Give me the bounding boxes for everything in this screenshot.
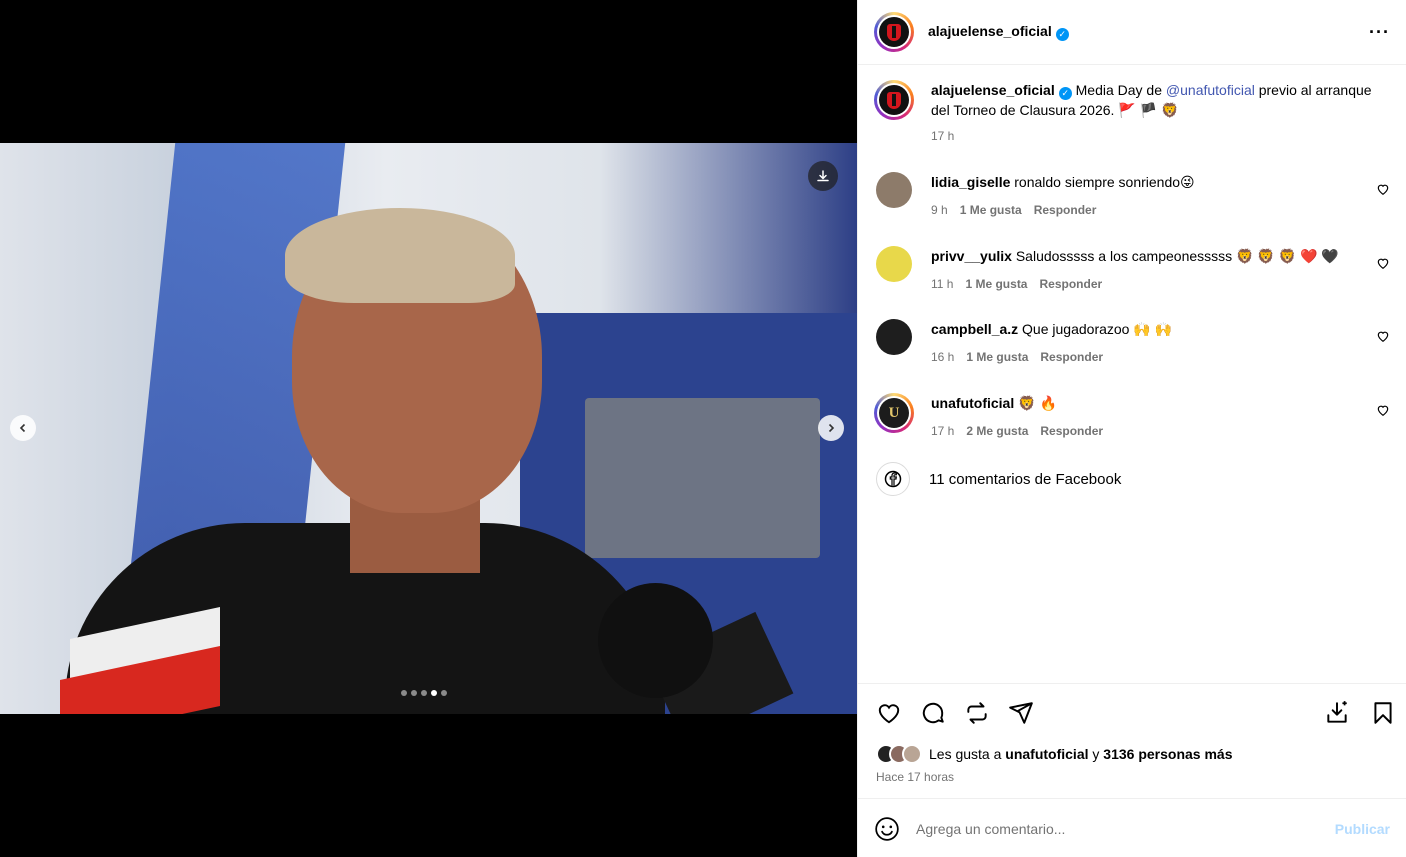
commenter-avatar[interactable]: U <box>874 393 914 433</box>
post-side-panel: alajuelense_oficial ✓ ··· alajuelense_ofi… <box>857 0 1406 857</box>
post-timestamp[interactable]: Hace 17 horas <box>876 770 954 784</box>
comment-item: campbell_a.z Que jugadorazoo 🙌 🙌 16 h 1 M… <box>874 319 1390 367</box>
repost-button[interactable] <box>962 698 992 728</box>
carousel-next-button[interactable] <box>818 415 844 441</box>
reply-button[interactable]: Responder <box>1039 277 1102 291</box>
chevron-left-icon <box>19 423 26 433</box>
verified-icon: ✓ <box>1055 28 1069 41</box>
liker-avatar <box>902 744 922 764</box>
comment-item: U unafutoficial 🦁 🔥 17 h 2 Me gusta Respon… <box>874 393 1390 441</box>
comment-text: Saludosssss a los campeonesssss 🦁 🦁 🦁 ❤️… <box>1015 248 1339 264</box>
caption-time[interactable]: 17 h <box>931 129 954 143</box>
facebook-icon <box>884 470 902 488</box>
post-header: alajuelense_oficial ✓ ··· <box>858 0 1406 65</box>
club-crest-icon <box>879 17 909 47</box>
comment-item: lidia_giselle ronaldo siempre sonriendo😜… <box>874 172 1390 220</box>
comment-input[interactable] <box>916 820 1335 837</box>
comment-time[interactable]: 11 h <box>931 277 953 291</box>
post-photo <box>0 143 857 714</box>
publish-button[interactable]: Publicar <box>1335 821 1390 837</box>
save-download-button[interactable] <box>1322 698 1352 728</box>
bookmark-icon <box>1374 702 1392 724</box>
author-avatar[interactable] <box>874 12 914 52</box>
comment-likes[interactable]: 1 Me gusta <box>960 203 1022 217</box>
club-crest-icon <box>879 85 909 115</box>
like-comment-icon[interactable] <box>1376 329 1390 343</box>
comment-text: Que jugadorazoo 🙌 🙌 <box>1022 321 1173 337</box>
comment-username[interactable]: campbell_a.z <box>931 321 1018 337</box>
comment-text: 🦁 🔥 <box>1018 395 1057 411</box>
comment-time[interactable]: 16 h <box>931 350 954 364</box>
reply-button[interactable]: Responder <box>1040 424 1103 438</box>
chevron-right-icon <box>828 423 835 433</box>
emoji-icon[interactable] <box>874 816 900 842</box>
share-icon <box>1009 702 1033 724</box>
save-download-icon <box>1327 701 1347 723</box>
repost-icon <box>967 702 987 724</box>
like-comment-icon[interactable] <box>1376 182 1390 196</box>
comment-likes[interactable]: 1 Me gusta <box>965 277 1027 291</box>
comment-likes[interactable]: 1 Me gusta <box>966 350 1028 364</box>
like-comment-icon[interactable] <box>1376 403 1390 417</box>
verified-icon: ✓ <box>1058 87 1072 100</box>
caption-mention[interactable]: @unafutoficial <box>1166 82 1255 98</box>
media-panel <box>0 0 857 857</box>
add-comment-bar: Publicar <box>858 800 1406 857</box>
likes-summary: Les gusta a unafutoficial y 3136 persona… <box>876 744 1233 764</box>
like-comment-icon[interactable] <box>1376 256 1390 270</box>
comment-icon <box>922 702 944 724</box>
author-avatar[interactable] <box>874 80 914 120</box>
more-icon[interactable]: ··· <box>1369 22 1390 43</box>
post-actions: Les gusta a unafutoficial y 3136 persona… <box>858 683 1406 799</box>
download-icon <box>817 170 829 182</box>
heart-icon <box>878 704 900 724</box>
comments-scroll[interactable]: alajuelense_oficial ✓ Media Day de @unafu… <box>858 66 1406 683</box>
comment-item: privv__yulix Saludosssss a los campeones… <box>874 246 1390 294</box>
bookmark-button[interactable] <box>1368 698 1398 728</box>
likes-user-link[interactable]: unafutoficial <box>1005 746 1088 762</box>
comment-username[interactable]: lidia_giselle <box>931 174 1010 190</box>
reply-button[interactable]: Responder <box>1034 203 1097 217</box>
facebook-comments-label: 11 comentarios de Facebook <box>929 470 1122 488</box>
comment-text: ronaldo siempre sonriendo😜 <box>1014 174 1195 190</box>
commenter-avatar[interactable] <box>876 319 912 355</box>
commenter-avatar[interactable] <box>876 172 912 208</box>
comment-username[interactable]: unafutoficial <box>931 395 1014 411</box>
comment-button[interactable] <box>918 698 948 728</box>
caption-username[interactable]: alajuelense_oficial <box>931 82 1055 98</box>
una-logo-icon: U <box>879 398 909 428</box>
instagram-post-modal: alajuelense_oficial ✓ ··· alajuelense_ofi… <box>0 0 1406 857</box>
comment-likes[interactable]: 2 Me gusta <box>966 424 1028 438</box>
reply-button[interactable]: Responder <box>1040 350 1103 364</box>
comment-time[interactable]: 9 h <box>931 203 948 217</box>
share-button[interactable] <box>1006 698 1036 728</box>
comment-username[interactable]: privv__yulix <box>931 248 1012 264</box>
caption: alajuelense_oficial ✓ Media Day de @unafu… <box>874 80 1390 146</box>
carousel-prev-button[interactable] <box>10 415 36 441</box>
caption-text: Media Day de <box>1075 82 1166 98</box>
carousel-indicator <box>401 690 447 696</box>
author-username[interactable]: alajuelense_oficial ✓ <box>928 23 1069 41</box>
likes-count-link[interactable]: 3136 personas más <box>1103 746 1232 762</box>
comment-time[interactable]: 17 h <box>931 424 954 438</box>
download-media-button[interactable] <box>808 161 838 191</box>
facebook-comments-link[interactable]: 11 comentarios de Facebook <box>876 462 1121 496</box>
commenter-avatar[interactable] <box>876 246 912 282</box>
like-button[interactable] <box>874 698 904 728</box>
